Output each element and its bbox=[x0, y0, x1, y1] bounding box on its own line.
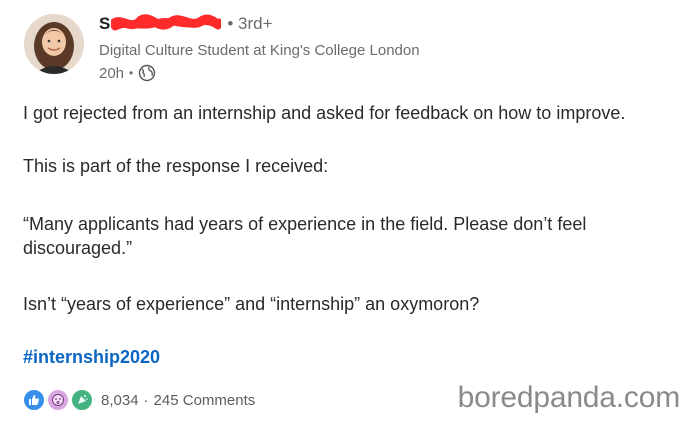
separator: · bbox=[143, 391, 149, 409]
author-name[interactable]: S bbox=[99, 14, 110, 34]
redaction-scribble bbox=[111, 14, 222, 34]
post-paragraph: This is part of the response I received: bbox=[23, 156, 329, 176]
author-headline: Digital Culture Student at King's Colleg… bbox=[99, 42, 420, 59]
post-paragraph: I got rejected from an internship and as… bbox=[23, 103, 626, 123]
connection-degree: • 3rd+ bbox=[227, 14, 273, 33]
post-paragraph: “Many applicants had years of experience… bbox=[23, 214, 587, 258]
comments-count[interactable]: 245 Comments bbox=[154, 392, 256, 409]
post-paragraph: Isn’t “years of experience” and “interns… bbox=[23, 294, 480, 314]
reaction-icons[interactable] bbox=[23, 389, 95, 411]
globe-icon bbox=[138, 64, 156, 82]
post-meta: 20h • bbox=[99, 64, 156, 82]
author-avatar[interactable] bbox=[24, 14, 84, 74]
celebrate-icon bbox=[71, 389, 93, 411]
hashtag-link[interactable]: #internship2020 bbox=[23, 347, 160, 368]
author-name-row: S • 3rd+ bbox=[99, 12, 273, 36]
reaction-count[interactable]: 8,034 bbox=[101, 392, 139, 409]
curious-icon bbox=[47, 389, 69, 411]
post-time: 20h bbox=[99, 64, 125, 82]
watermark: boredpanda.com bbox=[457, 381, 681, 414]
linkedin-post: S • 3rd+ Digital Culture Student at King… bbox=[0, 0, 700, 422]
meta-dot: • bbox=[129, 66, 134, 80]
social-counts: 8,034 · 245 Comments bbox=[23, 389, 255, 411]
like-icon bbox=[23, 389, 45, 411]
